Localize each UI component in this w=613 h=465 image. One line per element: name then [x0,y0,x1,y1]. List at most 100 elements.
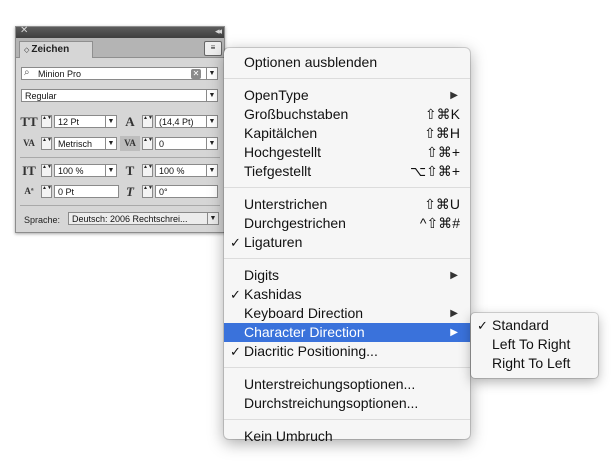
font-style-dropdown[interactable]: ▼ [206,89,218,102]
close-icon[interactable]: ✕ [20,25,28,37]
menu-item-character-direction[interactable]: Character Direction ▶ [224,323,470,342]
menu-item-großbuchstaben[interactable]: Großbuchstaben ⇧⌘K [224,105,470,124]
menu-item-hochgestellt[interactable]: Hochgestellt ⇧⌘+ [224,143,470,162]
menu-item-optionen-ausblenden[interactable]: Optionen ausblenden [224,53,470,72]
tracking-icon: VA [120,136,140,151]
menu-item-shortcut: ⇧⌘K [424,106,460,122]
menu-separator [224,419,470,420]
font-family-dropdown[interactable]: ▼ [206,67,218,80]
menu-item-label: Unterstrichen [244,196,328,212]
leading-field[interactable]: (14,4 Pt) [155,115,208,128]
tracking-stepper[interactable]: ▲▼ [142,137,153,150]
checkmark-icon: ✓ [230,235,241,250]
submenu-arrow-icon: ▶ [450,270,458,281]
menu-item-tiefgestellt[interactable]: Tiefgestellt ⌥⇧⌘+ [224,162,470,181]
baseline-shift-stepper[interactable]: ▲▼ [41,185,52,198]
language-dropdown[interactable]: ▼ [207,212,219,225]
baseline-shift-icon: Aª [24,186,34,196]
skew-value: 0° [159,187,168,197]
submenu-arrow-icon: ▶ [450,308,458,319]
menu-separator [224,258,470,259]
skew-icon: T [126,184,134,199]
menu-item-durchgestrichen[interactable]: Durchgestrichen ^⇧⌘# [224,214,470,233]
panel-divider [20,205,220,206]
clear-icon[interactable]: ✕ [191,69,201,79]
skew-stepper[interactable]: ▲▼ [142,185,153,198]
tab-zeichen[interactable]: ◇ Zeichen [19,41,93,58]
menu-item-shortcut: ^⇧⌘# [419,215,460,231]
baseline-shift-field[interactable]: 0 Pt [54,185,119,198]
panel-menu-button[interactable]: ≡ [204,41,222,56]
menu-item-ligaturen[interactable]: ✓ Ligaturen [224,233,470,252]
menu-separator [224,187,470,188]
kerning-value: Metrisch [58,139,93,149]
horizontal-scale-dropdown[interactable]: ▼ [206,164,218,177]
character-direction-submenu: ✓ Standard Left To Right Right To Left [471,313,598,378]
font-style-field[interactable]: Regular [21,89,208,102]
language-select[interactable]: Deutsch: 2006 Rechtschrei... [68,212,210,225]
menu-item-keyboard-direction[interactable]: Keyboard Direction ▶ [224,304,470,323]
menu-item-opentype[interactable]: OpenType ▶ [224,86,470,105]
language-label: Sprache: [24,215,61,225]
tab-label: Zeichen [31,44,70,55]
leading-stepper[interactable]: ▲▼ [142,115,153,128]
collapse-icon[interactable]: ◂◂ [215,25,222,37]
menu-item-durchstreichungsoptionen[interactable]: Durchstreichungsoptionen... [224,394,470,413]
menu-item-label: Großbuchstaben [244,106,349,122]
menu-item-unterstrichen[interactable]: Unterstrichen ⇧⌘U [224,195,470,214]
submenu-item-standard[interactable]: ✓ Standard [471,316,598,335]
menu-item-label: OpenType [244,87,309,103]
menu-item-label: Ligaturen [244,234,303,250]
menu-item-label: Optionen ausblenden [244,54,378,70]
submenu-item-label: Left To Right [492,336,571,352]
menu-item-diacritic-positioning[interactable]: ✓ Diacritic Positioning... [224,342,470,361]
vertical-scale-field[interactable]: 100 % [54,164,107,177]
font-size-dropdown[interactable]: ▼ [105,115,117,128]
submenu-item-left-to-right[interactable]: Left To Right [471,335,598,354]
font-family-value: Minion Pro [38,69,82,79]
menu-item-unterstreichungsoptionen[interactable]: Unterstreichungsoptionen... [224,375,470,394]
panel-tabbar: ◇ Zeichen ≡ [16,38,224,58]
submenu-item-label: Right To Left [492,355,571,371]
submenu-arrow-icon: ▶ [450,90,458,101]
submenu-item-label: Standard [492,317,549,333]
menu-item-kein-umbruch[interactable]: Kein Umbruch [224,427,470,446]
menu-item-kashidas[interactable]: ✓ Kashidas [224,285,470,304]
tracking-field[interactable]: 0 [155,137,208,150]
font-size-value: 12 Pt [58,117,80,127]
leading-dropdown[interactable]: ▼ [206,115,218,128]
submenu-item-right-to-left[interactable]: Right To Left [471,354,598,373]
vertical-scale-dropdown[interactable]: ▼ [105,164,117,177]
menu-item-label: Kein Umbruch [244,428,333,444]
menu-item-label: Unterstreichungsoptionen... [244,376,416,392]
menu-item-label: Hochgestellt [244,144,322,160]
font-size-stepper[interactable]: ▲▼ [41,115,52,128]
horizontal-scale-icon: T [125,163,135,178]
leading-icon: A [125,114,135,129]
menu-item-shortcut: ⇧⌘H [424,125,460,141]
character-panel: ✕ ◂◂ ◇ Zeichen ≡ Minion Pro ⌕ ✕ ▼ Regular… [15,25,225,233]
menu-item-digits[interactable]: Digits ▶ [224,266,470,285]
vertical-scale-stepper[interactable]: ▲▼ [41,164,52,177]
kerning-dropdown[interactable]: ▼ [105,137,117,150]
menu-separator [224,367,470,368]
menu-item-kapitälchen[interactable]: Kapitälchen ⇧⌘H [224,124,470,143]
menu-item-label: Diacritic Positioning... [244,343,378,359]
font-size-field[interactable]: 12 Pt [54,115,107,128]
panel-titlebar[interactable]: ✕ ◂◂ [16,25,224,38]
checkmark-icon: ✓ [230,287,241,302]
tracking-dropdown[interactable]: ▼ [206,137,218,150]
vertical-scale-value: 100 % [58,166,84,176]
menu-item-shortcut: ⌥⇧⌘+ [409,163,460,179]
menu-item-label: Digits [244,267,280,283]
baseline-shift-value: 0 Pt [58,187,75,197]
menu-item-label: Durchgestrichen [244,215,346,231]
kerning-stepper[interactable]: ▲▼ [41,137,52,150]
tab-arrows-icon: ◇ [24,47,30,54]
font-family-field[interactable]: Minion Pro [21,67,208,80]
skew-field[interactable]: 0° [155,185,218,198]
horizontal-scale-stepper[interactable]: ▲▼ [142,164,153,177]
vertical-scale-icon: IT [22,163,36,178]
horizontal-scale-field[interactable]: 100 % [155,164,208,177]
kerning-field[interactable]: Metrisch [54,137,107,150]
